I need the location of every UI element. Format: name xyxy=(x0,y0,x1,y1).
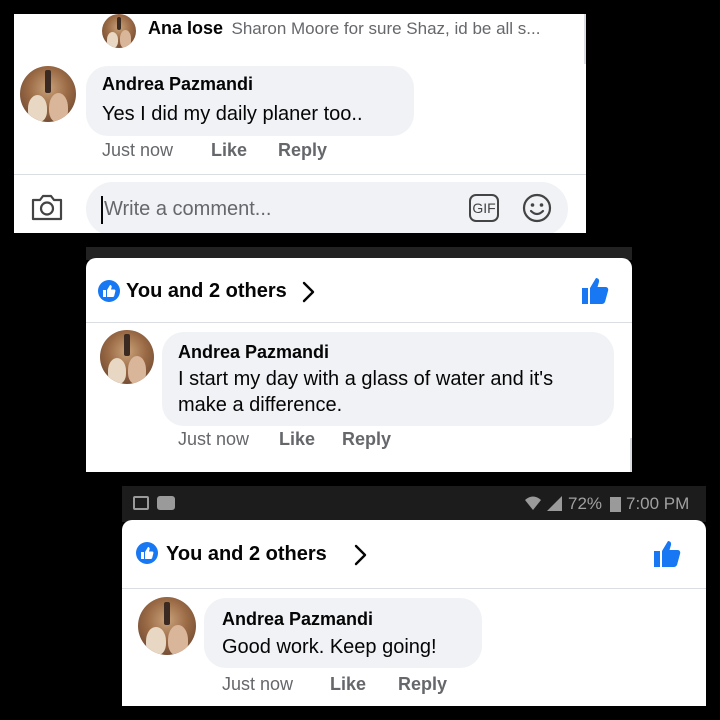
comment-text: Yes I did my daily planer too.. xyxy=(102,103,363,125)
panel-edge xyxy=(630,438,632,472)
thumbs-up-icon[interactable] xyxy=(580,276,610,306)
composer-divider xyxy=(14,174,586,175)
status-bar: 72% 7:00 PM xyxy=(122,486,706,522)
reaction-summary[interactable]: You and 2 others xyxy=(166,543,327,566)
comment-author[interactable]: Andrea Pazmandi xyxy=(222,609,373,630)
comment-placeholder: Write a comment... xyxy=(104,198,272,220)
battery-percent: 72% xyxy=(568,494,603,513)
comment-author[interactable]: Andrea Pazmandi xyxy=(102,74,253,95)
comment-timestamp: Just now xyxy=(102,140,174,160)
gallery-icon xyxy=(133,496,149,510)
reply-button[interactable]: Reply xyxy=(278,140,327,161)
comment-text: Good work. Keep going! xyxy=(222,636,437,658)
comment-avatar[interactable] xyxy=(138,597,196,655)
like-button[interactable]: Like xyxy=(211,140,247,161)
reply-preview[interactable]: Ana Iose Sharon Moore for sure Shaz, id … xyxy=(148,18,586,39)
gif-button[interactable]: GIF xyxy=(469,194,499,222)
comment-avatar[interactable] xyxy=(20,66,76,122)
like-button[interactable]: Like xyxy=(330,674,366,695)
reply-button[interactable]: Reply xyxy=(342,429,391,450)
signal-icon xyxy=(546,494,564,512)
reaction-summary[interactable]: You and 2 others xyxy=(126,280,287,303)
reply-text: Sharon Moore for sure Shaz, id be all s.… xyxy=(231,19,541,38)
comment-panel-1: Ana Iose Sharon Moore for sure Shaz, id … xyxy=(14,14,586,233)
chevron-right-icon[interactable] xyxy=(300,280,316,304)
reaction-like-icon xyxy=(98,280,120,302)
reply-avatar[interactable] xyxy=(102,14,136,48)
comment-avatar[interactable] xyxy=(100,330,154,384)
comment-author[interactable]: Andrea Pazmandi xyxy=(178,342,329,363)
reactions-divider xyxy=(122,588,706,589)
reply-author: Ana Iose xyxy=(148,18,224,38)
comment-timestamp: Just now xyxy=(178,429,250,449)
wifi-icon xyxy=(524,494,542,512)
battery-icon xyxy=(610,497,621,512)
reactions-divider xyxy=(86,322,632,323)
like-button[interactable]: Like xyxy=(279,429,315,450)
comment-timestamp: Just now xyxy=(222,674,294,694)
reaction-like-icon xyxy=(136,542,158,564)
emoji-icon[interactable] xyxy=(521,192,553,224)
comment-input[interactable]: Write a comment... GIF xyxy=(86,182,568,233)
text-cursor xyxy=(101,196,103,224)
comment-panel-2: You and 2 others Andrea Pazmandi I start… xyxy=(86,258,632,472)
comment-text: I start my day with a glass of water and… xyxy=(178,368,554,416)
youtube-icon xyxy=(157,496,175,510)
reply-button[interactable]: Reply xyxy=(398,674,447,695)
panel-edge xyxy=(584,14,586,64)
thumbs-up-icon[interactable] xyxy=(652,539,682,569)
comment-panel-3: You and 2 others Andrea Pazmandi Good wo… xyxy=(122,520,706,706)
camera-icon[interactable] xyxy=(30,192,64,222)
gif-label: GIF xyxy=(472,200,496,216)
chevron-right-icon[interactable] xyxy=(352,543,368,567)
clock: 7:00 PM xyxy=(626,494,690,513)
